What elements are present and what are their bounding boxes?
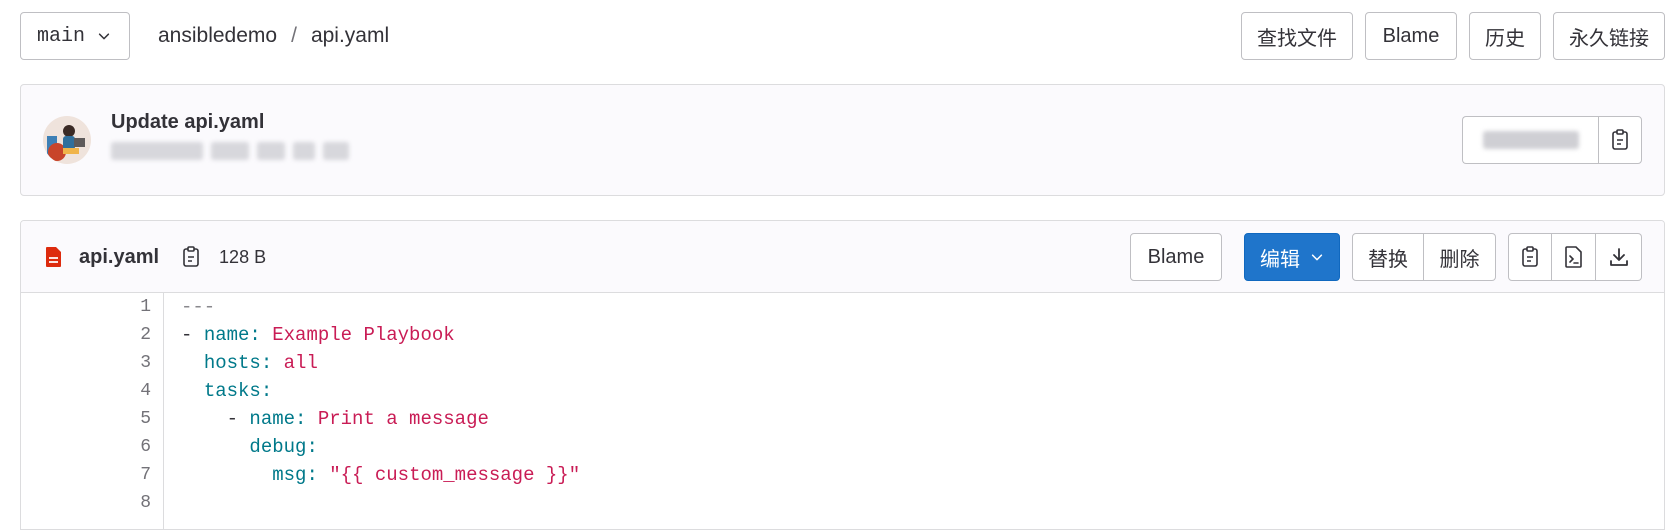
file-name: api.yaml [79, 245, 160, 268]
copy-path-icon[interactable] [181, 246, 201, 268]
code-colon: : [295, 408, 318, 430]
code-key: msg [272, 464, 307, 486]
code-dash: - [226, 408, 250, 430]
code-comment: --- [181, 296, 216, 318]
code-line: msg: "{{ custom_message }}" [181, 461, 580, 489]
download-icon [1608, 246, 1630, 268]
breadcrumb: ansibledemo / api.yaml [158, 12, 389, 60]
code-colon: : [260, 380, 273, 402]
code-line: - name: Example Playbook [181, 321, 580, 349]
last-commit-panel: Update api.yaml [20, 84, 1665, 196]
code-line: --- [181, 293, 580, 321]
code-key: name [203, 324, 250, 346]
line-number[interactable]: 4 [21, 377, 163, 405]
code-colon: : [249, 324, 273, 346]
code-line: debug: [181, 433, 580, 461]
blame-top-button[interactable]: Blame [1365, 12, 1457, 60]
file-actions: Blame 编辑 替换 删除 [1130, 233, 1642, 281]
code-line: tasks: [181, 377, 580, 405]
history-button[interactable]: 历史 [1469, 12, 1541, 60]
raw-file-icon [1564, 246, 1584, 268]
code-value: Example Playbook [272, 324, 455, 346]
edit-label: 编辑 [1260, 248, 1300, 271]
code-colon: : [306, 436, 318, 458]
line-number[interactable]: 1 [21, 293, 163, 321]
author-avatar[interactable] [43, 116, 91, 164]
line-number-gutter: 12345678 [21, 293, 164, 529]
line-number[interactable]: 2 [21, 321, 163, 349]
line-number[interactable]: 7 [21, 461, 163, 489]
code-line: hosts: all [181, 349, 580, 377]
code-key: name [249, 408, 296, 430]
code-dash: - [181, 324, 204, 346]
file-header: api.yaml 128 B Blame 编辑 替换 删除 [21, 221, 1664, 293]
commit-meta-redacted [111, 142, 349, 160]
code-key: hosts [203, 352, 261, 374]
copy-sha-button[interactable] [1598, 116, 1642, 164]
blame-button[interactable]: Blame [1130, 233, 1222, 281]
repository-toolbar: main ansibledemo / api.yaml 查找文件 Blame 历… [20, 12, 1665, 60]
copy-contents-button[interactable] [1508, 233, 1552, 281]
breadcrumb-project-link[interactable]: ansibledemo [158, 24, 277, 48]
file-title: api.yaml 128 B [45, 221, 266, 293]
file-viewer: api.yaml 128 B Blame 编辑 替换 删除 1 2 3 4 5 … [20, 220, 1665, 530]
copy-icon [1610, 129, 1630, 151]
line-number[interactable]: 3 [21, 349, 163, 377]
delete-button[interactable]: 删除 [1424, 233, 1496, 281]
replace-button[interactable]: 替换 [1352, 233, 1424, 281]
replace-delete-group: 替换 删除 [1352, 233, 1496, 281]
edit-dropdown-button[interactable]: 编辑 [1244, 233, 1340, 281]
line-number[interactable]: 8 [21, 489, 163, 517]
download-button[interactable] [1596, 233, 1642, 281]
code-value: all [283, 352, 318, 374]
code-colon: : [306, 464, 330, 486]
breadcrumb-file-link[interactable]: api.yaml [311, 24, 389, 48]
open-raw-button[interactable] [1552, 233, 1596, 281]
code-value: "{{ custom_message }}" [329, 464, 581, 486]
branch-selector[interactable]: main [20, 12, 130, 60]
code-key: debug [249, 436, 307, 458]
file-tools-group [1508, 233, 1642, 281]
code-colon: : [260, 352, 284, 374]
code-key: tasks [203, 380, 261, 402]
commit-title[interactable]: Update api.yaml [111, 111, 264, 134]
line-number[interactable]: 5 [21, 405, 163, 433]
top-actions: 查找文件 Blame 历史 永久链接 [1241, 12, 1665, 60]
chevron-down-icon [97, 29, 111, 43]
code-lines: --- - name: Example Playbook hosts: all t… [181, 293, 580, 517]
file-icon [45, 246, 63, 268]
file-size: 128 B [219, 246, 267, 267]
commit-sha-group [1462, 116, 1642, 164]
find-file-button[interactable]: 查找文件 [1241, 12, 1353, 60]
commit-sha[interactable] [1462, 116, 1598, 164]
chevron-down-icon [1310, 250, 1324, 264]
line-number[interactable]: 6 [21, 433, 163, 461]
code-line: - name: Print a message [181, 405, 580, 433]
branch-name: main [37, 24, 86, 48]
copy-icon [1520, 246, 1540, 268]
code-value: Print a message [317, 408, 489, 430]
permalink-button[interactable]: 永久链接 [1553, 12, 1665, 60]
breadcrumb-separator: / [291, 24, 297, 47]
